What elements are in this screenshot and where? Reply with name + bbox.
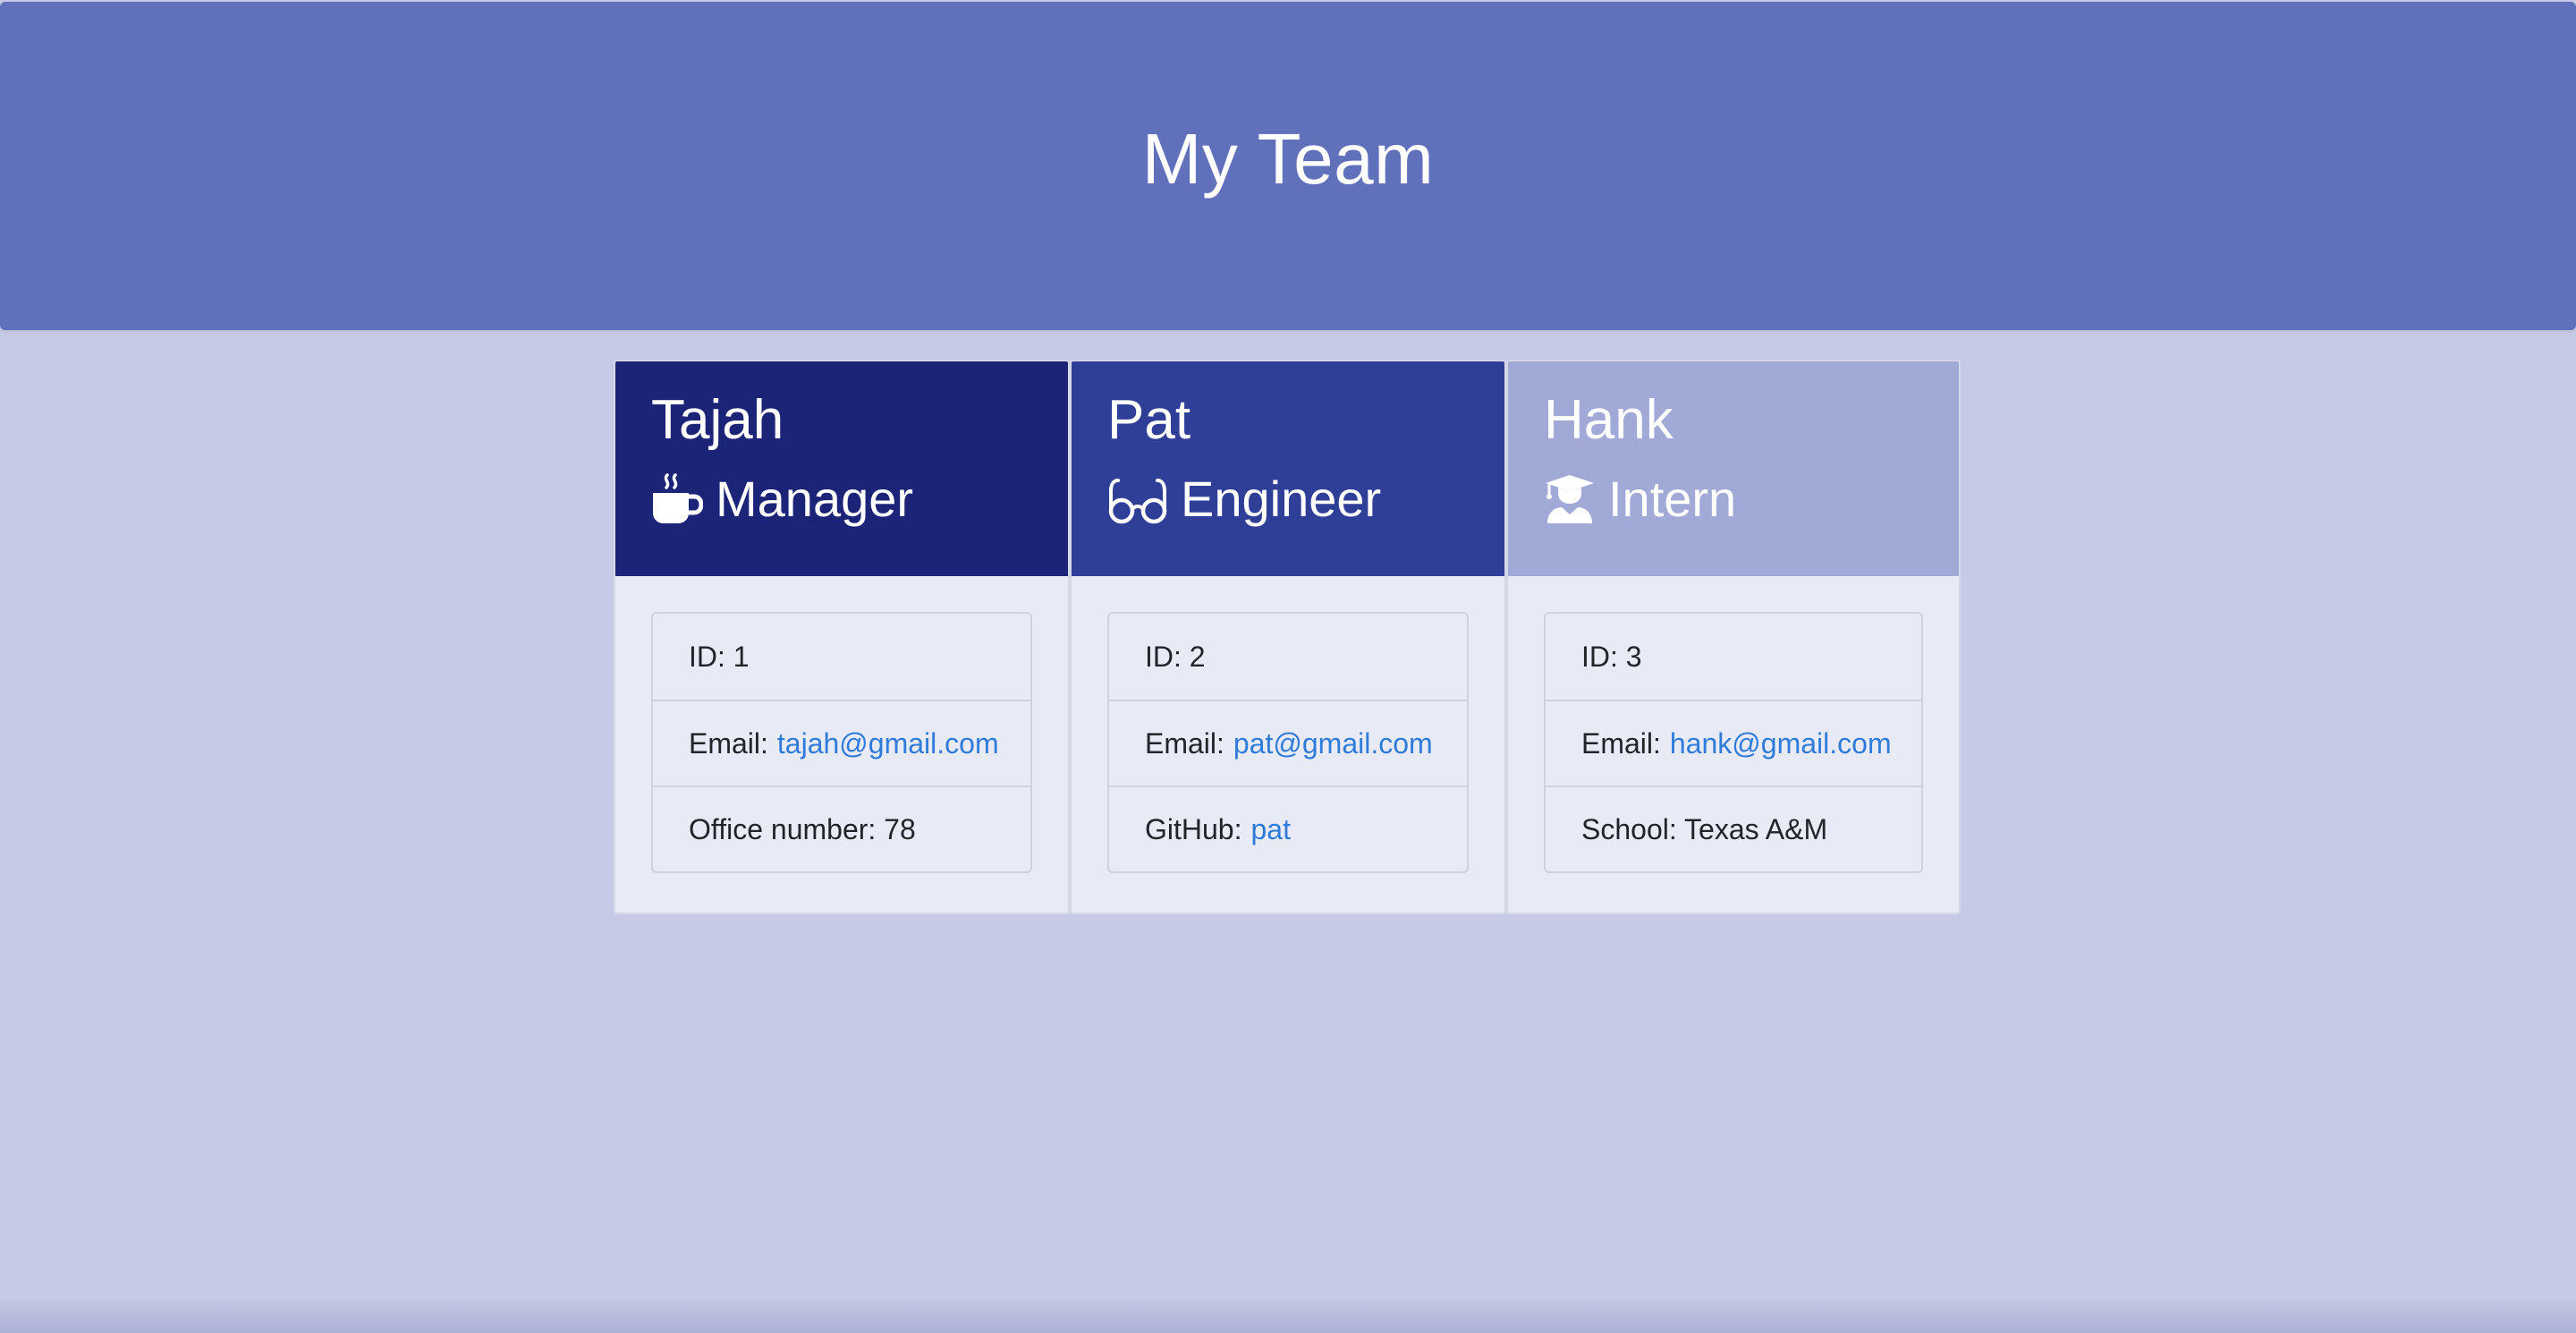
info-list: ID: 3 Email: hank@gmail.com School: Texa… — [1544, 612, 1923, 873]
card-body: ID: 2 Email: pat@gmail.com GitHub: pat — [1072, 576, 1504, 909]
email-link[interactable]: hank@gmail.com — [1670, 727, 1892, 760]
employee-name: Tajah — [651, 389, 784, 451]
employee-card-intern: Hank Intern ID: 3 Email: hank@gmail.com … — [1506, 360, 1961, 914]
id-item: ID: 2 — [1109, 614, 1467, 700]
employee-name: Hank — [1544, 389, 1674, 451]
email-link[interactable]: pat@gmail.com — [1233, 727, 1433, 760]
id-text: ID: 1 — [689, 640, 750, 673]
glasses-icon — [1107, 473, 1168, 525]
school-item: School: Texas A&M — [1546, 785, 1921, 871]
info-list: ID: 1 Email: tajah@gmail.com Office numb… — [651, 612, 1032, 873]
role-label: Manager — [716, 471, 914, 527]
id-item: ID: 1 — [653, 614, 1030, 700]
employee-name: Pat — [1107, 389, 1191, 451]
role-label: Engineer — [1181, 471, 1382, 527]
email-label: Email: — [1581, 726, 1661, 760]
github-item: GitHub: pat — [1109, 785, 1467, 871]
card-body: ID: 3 Email: hank@gmail.com School: Texa… — [1508, 576, 1959, 909]
email-item: Email: hank@gmail.com — [1546, 700, 1921, 785]
page-header: My Team — [0, 2, 2576, 330]
email-label: Email: — [1145, 726, 1224, 760]
coffee-icon — [651, 473, 703, 525]
card-header: Pat Engineer — [1072, 361, 1504, 576]
employee-role: Intern — [1544, 469, 1923, 530]
office-number-item: Office number: 78 — [653, 785, 1030, 871]
github-link[interactable]: pat — [1250, 813, 1290, 846]
id-text: ID: 3 — [1581, 640, 1642, 673]
employee-role: Engineer — [1107, 469, 1469, 530]
graduate-icon — [1544, 473, 1596, 525]
card-body: ID: 1 Email: tajah@gmail.com Office numb… — [615, 576, 1068, 909]
office-number-text: Office number: 78 — [689, 812, 916, 845]
employee-role: Manager — [651, 469, 1032, 530]
bottom-shadow — [0, 1297, 2576, 1333]
id-item: ID: 3 — [1546, 614, 1921, 700]
id-text: ID: 2 — [1145, 640, 1206, 673]
team-cards: Tajah Manager ID: 1 Email: tajah@gmail.c… — [614, 360, 1961, 914]
github-label: GitHub: — [1145, 812, 1242, 845]
email-link[interactable]: tajah@gmail.com — [777, 727, 999, 760]
page-title: My Team — [1141, 119, 1435, 199]
employee-card-manager: Tajah Manager ID: 1 Email: tajah@gmail.c… — [614, 360, 1070, 914]
card-header: Tajah Manager — [615, 361, 1068, 576]
card-header: Hank Intern — [1508, 361, 1959, 576]
role-label: Intern — [1608, 471, 1737, 527]
info-list: ID: 2 Email: pat@gmail.com GitHub: pat — [1107, 612, 1469, 873]
email-item: Email: pat@gmail.com — [1109, 700, 1467, 785]
email-label: Email: — [689, 726, 768, 760]
employee-card-engineer: Pat Engineer ID: 2 Email: pat@gmail.com … — [1070, 360, 1506, 914]
school-text: School: Texas A&M — [1581, 812, 1828, 845]
email-item: Email: tajah@gmail.com — [653, 700, 1030, 785]
